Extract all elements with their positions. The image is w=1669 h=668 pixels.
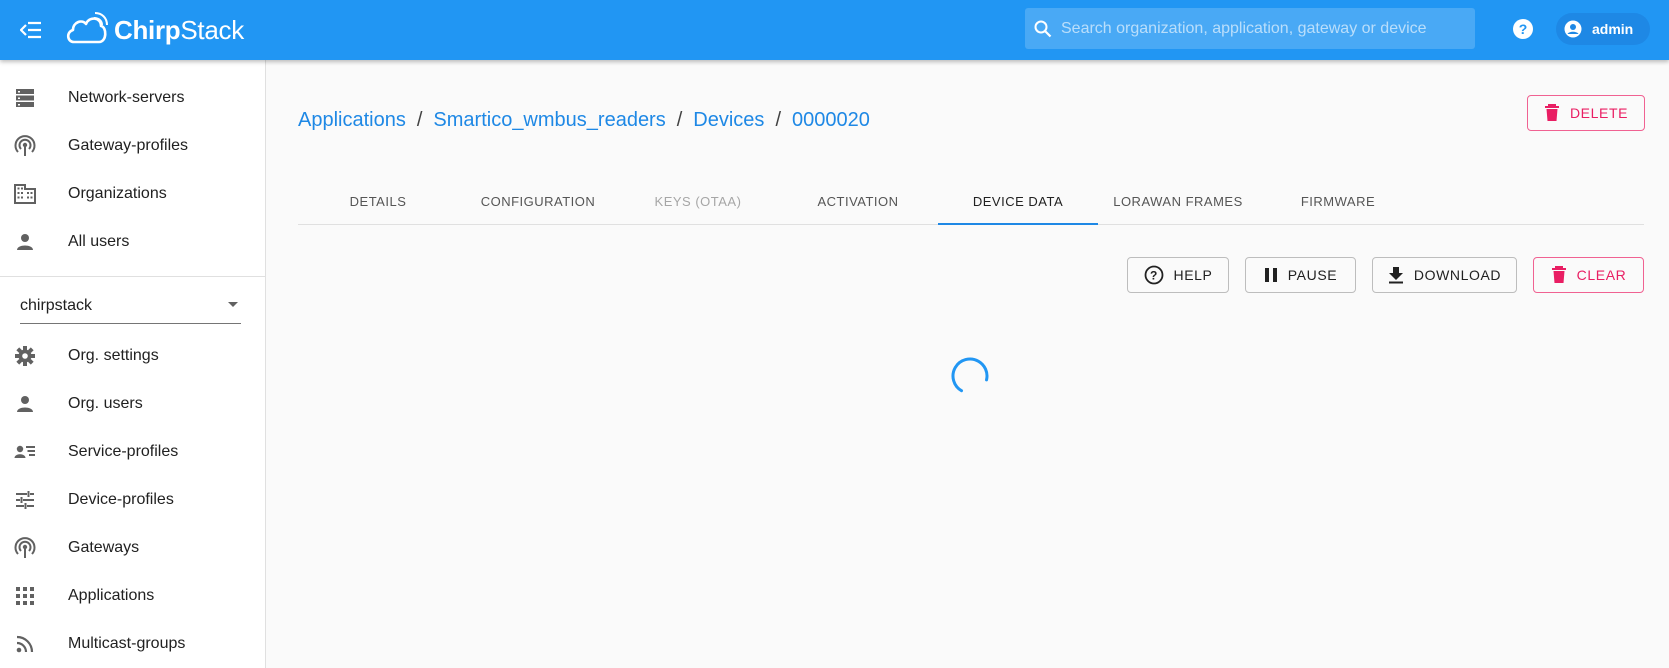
gear-icon [13,344,37,368]
organization-select[interactable]: chirpstack [20,288,241,324]
person-icon [13,230,37,254]
breadcrumb-applications[interactable]: Applications [298,109,406,132]
chirpstack-logo[interactable]: ChirpStack [64,8,244,52]
help-button-device-data[interactable]: ? HELP [1127,257,1229,293]
sidebar-item-applications[interactable]: Applications [0,572,265,620]
organization-select-value: chirpstack [20,297,93,314]
sidebar-item-org-users[interactable]: Org. users [0,380,265,428]
download-icon [1388,267,1403,284]
tab-configuration[interactable]: CONFIGURATION [458,177,618,225]
sidebar-item-device-profiles[interactable]: Device-profiles [0,476,265,524]
svg-text:?: ? [1519,21,1528,37]
device-tabs: DETAILS CONFIGURATION KEYS (OTAA) ACTIVA… [298,177,1644,225]
help-button[interactable]: ? [1510,16,1536,42]
building-icon [13,182,37,206]
sidebar-divider [0,276,265,277]
sidebar: Network-servers Gateway-profiles Organiz… [0,60,266,668]
main-content: Applications / Smartico_wmbus_readers / … [266,60,1669,668]
active-tab-indicator [938,223,1098,225]
account-circle-icon [1564,20,1582,38]
svg-text:?: ? [1150,269,1158,283]
breadcrumb-separator: / [775,108,781,131]
user-name: admin [1592,21,1634,37]
search-input[interactable] [1061,19,1461,38]
breadcrumb-application[interactable]: Smartico_wmbus_readers [433,109,665,132]
sidebar-item-network-servers[interactable]: Network-servers [0,74,265,122]
sidebar-item-org-settings[interactable]: Org. settings [0,332,265,380]
logo-text: ChirpStack [114,14,244,45]
rss-icon [13,632,37,656]
breadcrumb-device[interactable]: 0000020 [792,109,870,132]
account-details-icon [13,440,37,464]
user-menu-button[interactable]: admin [1556,13,1650,45]
trash-icon [1551,266,1566,283]
trash-icon [1544,104,1559,121]
sidebar-item-all-users[interactable]: All users [0,218,265,266]
app-bar: ChirpStack ? admin [0,0,1669,60]
breadcrumb-separator: / [416,108,423,131]
antenna-icon [13,134,37,158]
menu-collapse-icon [20,21,41,39]
cloud-logo-icon [66,12,108,44]
server-icon [13,86,37,110]
download-button[interactable]: DOWNLOAD [1372,257,1517,293]
antenna-icon [13,536,37,560]
sidebar-item-gateways[interactable]: Gateways [0,524,265,572]
apps-grid-icon [13,584,37,608]
dropdown-arrow-icon [228,302,238,307]
sidebar-item-gateway-profiles[interactable]: Gateway-profiles [0,122,265,170]
help-outline-icon: ? [1144,265,1163,285]
pause-button[interactable]: PAUSE [1245,257,1356,293]
person-icon [13,392,37,416]
search-icon [1034,20,1052,37]
tune-icon [13,488,37,512]
tab-device-data[interactable]: DEVICE DATA [938,177,1098,225]
help-circle-icon: ? [1513,19,1533,39]
breadcrumb-devices[interactable]: Devices [693,109,764,132]
breadcrumb: Applications / Smartico_wmbus_readers / … [298,106,870,134]
menu-collapse-button[interactable] [14,14,48,46]
loading-spinner [951,357,989,395]
clear-button[interactable]: CLEAR [1533,257,1644,293]
delete-device-button[interactable]: DELETE [1527,95,1645,131]
tab-lorawan-frames[interactable]: LORAWAN FRAMES [1098,177,1258,225]
sidebar-item-organizations[interactable]: Organizations [0,170,265,218]
tab-firmware[interactable]: FIRMWARE [1258,177,1418,225]
tab-activation[interactable]: ACTIVATION [778,177,938,225]
sidebar-item-service-profiles[interactable]: Service-profiles [0,428,265,476]
sidebar-item-multicast-groups[interactable]: Multicast-groups [0,620,265,668]
global-search [1025,8,1475,49]
pause-icon [1264,268,1277,282]
tab-keys-otaa: KEYS (OTAA) [654,193,742,209]
breadcrumb-separator: / [676,108,683,131]
tab-details[interactable]: DETAILS [298,177,458,225]
